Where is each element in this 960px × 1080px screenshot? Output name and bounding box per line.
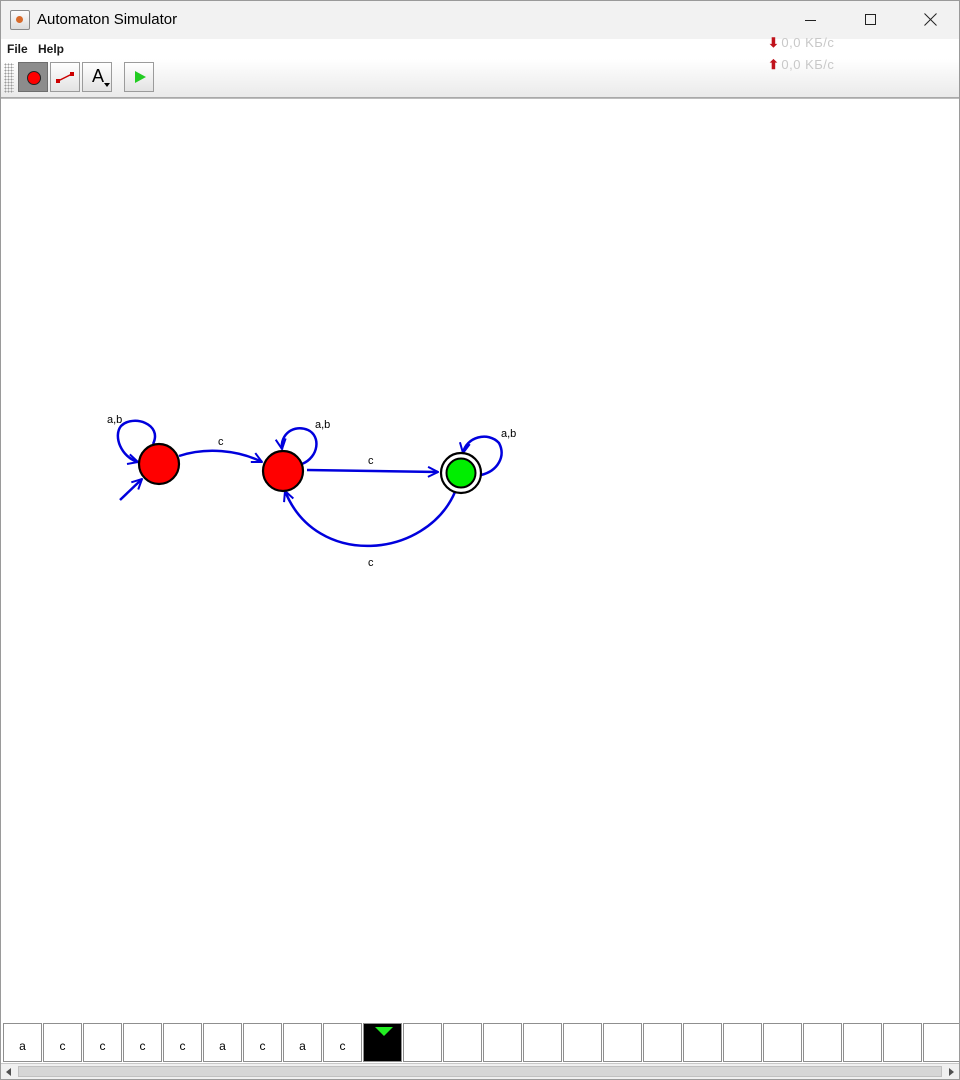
scroll-left-icon[interactable] <box>1 1064 17 1079</box>
tape-head-marker-icon <box>375 1027 393 1036</box>
tape-cell[interactable]: c <box>83 1023 122 1062</box>
close-button[interactable] <box>901 1 959 39</box>
transition-label-q2-q1: c <box>368 557 374 569</box>
tape-cell[interactable] <box>443 1023 482 1062</box>
transition-label-q1-q1: a,b <box>315 419 330 431</box>
upload-rate: 0,0 KБ/с <box>781 57 835 72</box>
tape-cell[interactable] <box>763 1023 802 1062</box>
tape-cell[interactable] <box>923 1023 959 1062</box>
scrollbar-thumb[interactable] <box>18 1066 942 1077</box>
minimize-button[interactable] <box>781 1 839 39</box>
state-q0[interactable] <box>137 442 181 486</box>
horizontal-scrollbar[interactable] <box>1 1063 959 1079</box>
transition-tool-button[interactable] <box>50 62 80 92</box>
upload-arrow-icon: ⬆ <box>768 57 780 72</box>
maximize-button[interactable] <box>841 1 899 39</box>
transition-q2-q1 <box>285 491 457 548</box>
automaton-canvas[interactable]: a,b c a,b c a,b c <box>1 98 959 1023</box>
menu-help[interactable]: Help <box>38 42 64 56</box>
menu-file[interactable]: File <box>7 42 28 56</box>
transition-q0-q1 <box>178 449 262 464</box>
tape-cell[interactable]: a <box>203 1023 242 1062</box>
network-upload-indicator: ⬆ 0,0 KБ/с <box>768 57 834 73</box>
title-bar: Automaton Simulator <box>1 1 959 39</box>
tape-cell-head[interactable] <box>363 1023 402 1062</box>
tape-cell[interactable]: c <box>323 1023 362 1062</box>
close-icon <box>924 13 937 26</box>
tape-cell[interactable] <box>803 1023 842 1062</box>
java-app-icon <box>10 10 30 30</box>
tape-cell[interactable] <box>643 1023 682 1062</box>
scroll-right-icon[interactable] <box>943 1064 959 1079</box>
tape-cell[interactable]: a <box>3 1023 42 1062</box>
tape-cell[interactable] <box>523 1023 562 1062</box>
tape-cell[interactable] <box>843 1023 882 1062</box>
window-title: Automaton Simulator <box>37 11 178 28</box>
tape-cell[interactable] <box>603 1023 642 1062</box>
tape-cell[interactable] <box>403 1023 442 1062</box>
app-window: Automaton Simulator File Help A a,b c a,… <box>0 0 960 1080</box>
network-download-indicator: ⬇ 0,0 KБ/с <box>768 35 834 51</box>
text-tool-button[interactable]: A <box>82 62 112 92</box>
run-button[interactable] <box>124 62 154 92</box>
tape-cell[interactable]: c <box>43 1023 82 1062</box>
minimize-icon <box>805 20 816 21</box>
transition-label-q0-q1: c <box>218 436 224 448</box>
tape-cell[interactable] <box>683 1023 722 1062</box>
dropdown-caret-icon <box>104 83 110 87</box>
state-q2-accepting[interactable] <box>439 451 483 495</box>
transition-label-q2-q2: a,b <box>501 428 516 440</box>
maximize-icon <box>865 14 876 25</box>
tape-cell[interactable] <box>723 1023 762 1062</box>
tape-cell[interactable]: c <box>243 1023 282 1062</box>
tape-cell[interactable] <box>563 1023 602 1062</box>
automaton-diagram: a,b c a,b c a,b c <box>107 414 516 569</box>
transition-label-q1-q2: c <box>368 455 374 467</box>
state-q1[interactable] <box>261 449 305 493</box>
state-tool-button[interactable] <box>18 62 48 92</box>
input-tape: accccacac <box>1 1022 959 1063</box>
transition-label-q0-q0: a,b <box>107 414 122 426</box>
play-icon <box>135 71 146 83</box>
download-rate: 0,0 KБ/с <box>781 35 835 50</box>
red-circle-icon <box>27 71 41 85</box>
line-icon <box>56 72 74 83</box>
initial-arrow <box>119 479 142 501</box>
tape-cell[interactable]: c <box>123 1023 162 1062</box>
tape-cell[interactable] <box>483 1023 522 1062</box>
transition-q1-q2 <box>306 470 438 472</box>
download-arrow-icon: ⬇ <box>768 35 780 50</box>
toolbar-grip[interactable] <box>4 63 14 93</box>
text-A-icon: A <box>92 66 105 86</box>
tape-cell[interactable] <box>883 1023 922 1062</box>
tape-cell[interactable]: c <box>163 1023 202 1062</box>
tape-cell[interactable]: a <box>283 1023 322 1062</box>
